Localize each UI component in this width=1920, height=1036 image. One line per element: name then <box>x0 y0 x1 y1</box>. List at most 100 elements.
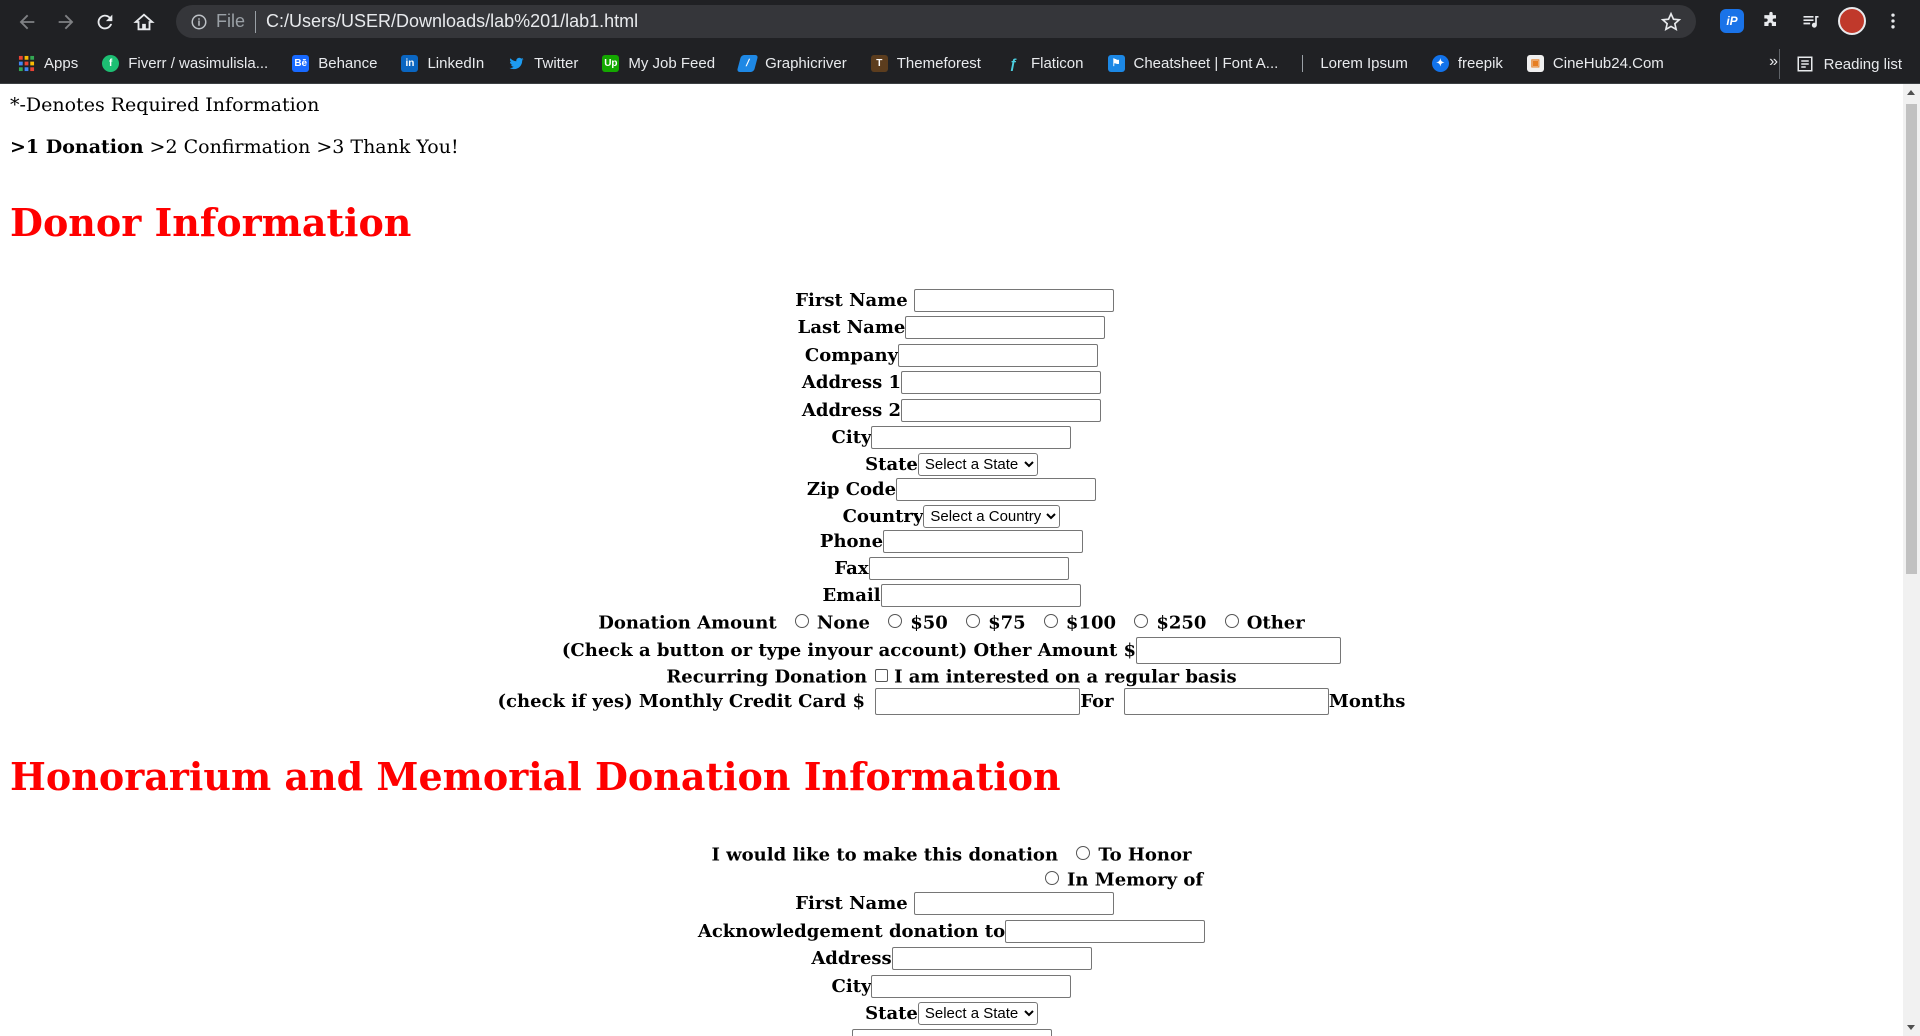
donation-none-radio[interactable] <box>794 614 809 628</box>
fax-input[interactable] <box>868 557 1069 580</box>
bookmark-label: Fiverr / wasimulisla... <box>128 54 269 72</box>
phone-input[interactable] <box>883 530 1084 553</box>
bookmark-cheatsheet[interactable]: ⚑ Cheatsheet | Font A... <box>1096 48 1291 78</box>
info-icon[interactable] <box>190 13 208 31</box>
donation-amount-label: Donation Amount <box>598 612 777 634</box>
flaticon-icon: ƒ <box>1009 55 1018 71</box>
profile-avatar[interactable] <box>1838 7 1866 35</box>
company-input[interactable] <box>898 344 1099 367</box>
address-bar[interactable]: File C:/Users/USER/Downloads/lab%201/lab… <box>176 5 1696 38</box>
donation-option-label: Other <box>1246 612 1305 634</box>
months-input[interactable] <box>1123 688 1329 715</box>
address2-label: Address 2 <box>801 400 902 421</box>
months-label: Months <box>1328 691 1406 712</box>
url-text[interactable]: C:/Users/USER/Downloads/lab%201/lab1.htm… <box>266 11 638 32</box>
donation-100-radio[interactable] <box>1043 614 1058 628</box>
scroll-thumb[interactable] <box>1906 104 1917 574</box>
scheme-label: File <box>216 11 246 31</box>
honor-first-name-row: First Name <box>0 892 1903 915</box>
bookmark-behance[interactable]: Bē Behance <box>280 48 389 78</box>
bookmark-label: Cheatsheet | Font A... <box>1133 54 1279 72</box>
honor-prompt-label: I would like to make this donation <box>711 844 1059 866</box>
acknowledgement-input[interactable] <box>1005 920 1206 943</box>
apps-grid-icon <box>18 55 35 72</box>
reload-icon[interactable] <box>90 7 120 37</box>
more-bookmarks-chevron[interactable]: » <box>1769 53 1778 71</box>
country-row: Country Select a Country <box>0 505 1903 528</box>
lorem-icon <box>1302 54 1311 72</box>
media-control-icon[interactable] <box>1798 8 1824 34</box>
bookmark-label: Lorem Ipsum <box>1320 54 1408 72</box>
honor-first-name-input[interactable] <box>913 892 1114 915</box>
last-name-input[interactable] <box>905 316 1106 339</box>
fiverr-icon: f <box>102 54 120 72</box>
zip-row: Zip Code <box>0 478 1903 501</box>
state-label: State <box>865 454 918 475</box>
donation-75-radio[interactable] <box>966 614 981 628</box>
city-label: City <box>831 427 872 448</box>
honor-city-input[interactable] <box>871 975 1072 998</box>
bookmark-flaticon[interactable]: ƒ Flaticon <box>993 48 1096 78</box>
to-honor-radio[interactable] <box>1076 846 1091 860</box>
page-scrollbar[interactable] <box>1903 84 1920 1036</box>
bookmark-linkedin[interactable]: in LinkedIn <box>389 48 496 78</box>
monthly-amount-input[interactable] <box>875 688 1081 715</box>
acknowledgement-label: Acknowledgement donation to <box>697 921 1006 942</box>
bookmark-themeforest[interactable]: T Themeforest <box>859 48 993 78</box>
bookmark-label: Themeforest <box>896 54 981 72</box>
honor-state-select[interactable]: Select a State <box>917 1002 1038 1025</box>
other-amount-row: (Check a button or type inyour account) … <box>0 637 1903 664</box>
first-name-row: First Name <box>0 289 1903 312</box>
step-indicator: >1 Donation >2 Confirmation >3 Thank You… <box>10 136 459 158</box>
donation-other-radio[interactable] <box>1224 614 1239 628</box>
donation-option-label: None <box>816 612 870 634</box>
honor-partial-input[interactable] <box>851 1029 1052 1036</box>
home-icon[interactable] <box>129 7 159 37</box>
bookmark-my-job-feed[interactable]: Up My Job Feed <box>590 48 727 78</box>
back-icon[interactable] <box>12 7 42 37</box>
other-amount-input[interactable] <box>1136 637 1342 664</box>
city-input[interactable] <box>871 426 1072 449</box>
monthly-row: (check if yes) Monthly Credit Card $ For… <box>0 688 1903 715</box>
donation-250-radio[interactable] <box>1134 614 1149 628</box>
browser-toolbar: File C:/Users/USER/Downloads/lab%201/lab… <box>0 0 1920 43</box>
country-select[interactable]: Select a Country <box>923 505 1061 528</box>
reading-list-button[interactable]: Reading list <box>1778 49 1902 79</box>
bookmark-label: Apps <box>44 54 79 72</box>
bookmark-graphicriver[interactable]: / Graphicriver <box>727 48 859 78</box>
first-name-input[interactable] <box>913 289 1114 312</box>
bookmark-cinehub24[interactable]: ▣ CineHub24.Com <box>1515 48 1676 78</box>
extensions-puzzle-icon[interactable] <box>1758 8 1784 34</box>
honor-address-input[interactable] <box>891 947 1092 970</box>
forward-icon[interactable] <box>51 7 81 37</box>
recurring-row: Recurring Donation I am interested on a r… <box>0 666 1903 688</box>
cinehub-icon: ▣ <box>1526 54 1544 72</box>
bookmark-twitter[interactable]: Twitter <box>496 48 590 78</box>
ip-extension-icon[interactable]: iP <box>1720 9 1744 33</box>
bookmark-star-icon[interactable] <box>1660 11 1682 33</box>
honor-prompt-row: I would like to make this donation To Ho… <box>0 844 1903 866</box>
honor-partial-row <box>0 1029 1903 1036</box>
menu-kebab-icon[interactable] <box>1880 8 1906 34</box>
remaining-steps: >2 Confirmation >3 Thank You! <box>143 136 459 158</box>
in-memory-radio[interactable] <box>1045 871 1059 885</box>
bookmark-fiverr[interactable]: f Fiverr / wasimulisla... <box>90 48 280 78</box>
donation-option-label: $100 <box>1065 612 1117 634</box>
fax-label: Fax <box>834 558 869 579</box>
email-input[interactable] <box>880 584 1081 607</box>
donation-50-radio[interactable] <box>888 614 903 628</box>
scroll-down-arrow-icon[interactable] <box>1907 1025 1915 1030</box>
bookmark-apps[interactable]: Apps <box>0 48 90 78</box>
bookmark-freepik[interactable]: ✦ freepik <box>1420 48 1515 78</box>
recurring-checkbox[interactable] <box>875 668 889 682</box>
bookmark-lorem-ipsum[interactable]: Lorem Ipsum <box>1290 48 1420 78</box>
address2-input[interactable] <box>901 399 1102 422</box>
address-divider <box>255 10 257 33</box>
last-name-row: Last Name <box>0 316 1903 339</box>
scroll-up-arrow-icon[interactable] <box>1907 90 1915 95</box>
bookmark-label: LinkedIn <box>427 54 485 72</box>
page-viewport: *-Denotes Required Information >1 Donati… <box>0 84 1903 1036</box>
address1-input[interactable] <box>901 371 1102 394</box>
state-select[interactable]: Select a State <box>917 453 1038 476</box>
zip-input[interactable] <box>896 478 1097 501</box>
